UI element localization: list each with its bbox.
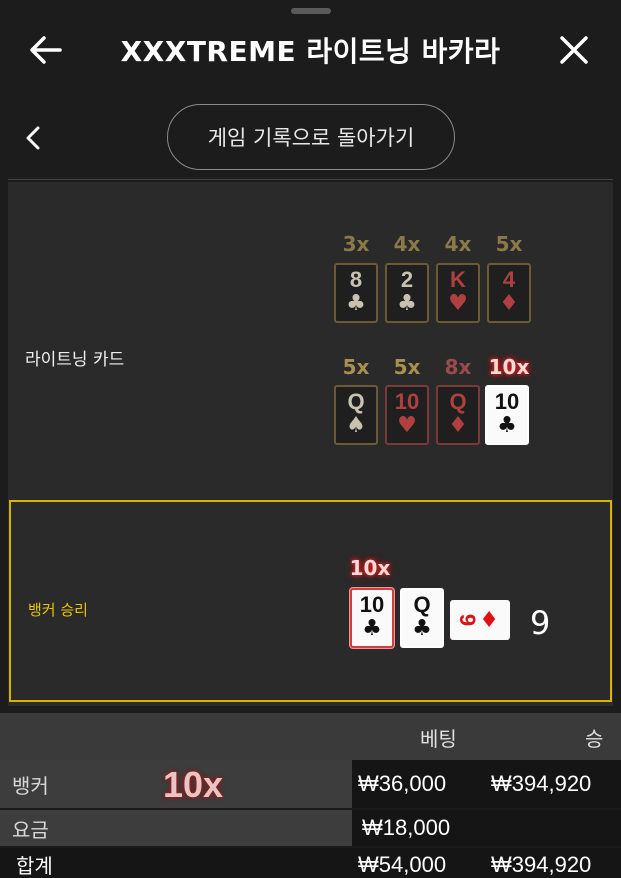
card-rank: Q <box>413 592 431 617</box>
card-rank: 10 <box>359 592 385 617</box>
card-rank: 9 <box>455 613 481 627</box>
club-icon: ♣ <box>346 291 366 316</box>
table-row: 요금 ₩18,000 <box>0 810 621 846</box>
card-rank: K <box>450 267 466 292</box>
multiplier-label: 5x <box>342 355 370 379</box>
lightning-cards-label: 라이트닝 카드 <box>25 350 125 370</box>
lightning-card: 2 ♣ <box>385 263 429 323</box>
multiplier-label: 5x <box>393 355 421 379</box>
lightning-card: K ♥ <box>436 263 480 323</box>
club-icon: ♣ <box>362 616 382 641</box>
multiplier-label: 8x <box>444 355 472 379</box>
diamond-icon: ♦ <box>448 413 468 438</box>
page-title: XXXTREME 라이트닝 바카라 <box>120 35 501 68</box>
win-amount: ₩394,920 <box>491 771 592 796</box>
heart-icon: ♥ <box>397 413 417 438</box>
bet-name: 합계 <box>16 854 53 878</box>
banker-card-horizontal: 9 ♦ <box>450 600 510 640</box>
lightning-card-active: 10 ♣ <box>485 385 529 445</box>
arrow-left-icon[interactable] <box>28 32 64 68</box>
divider <box>8 179 613 180</box>
banker-card: 10 ♣ <box>350 588 394 648</box>
lightning-card: 4 ♦ <box>487 263 531 323</box>
column-header-bet: 베팅 <box>420 727 457 751</box>
card-rank: Q <box>449 389 467 414</box>
club-icon: ♣ <box>412 616 432 641</box>
card-rank: 10 <box>494 389 520 414</box>
win-amount: ₩394,920 <box>491 852 592 877</box>
lightning-card: 8 ♣ <box>334 263 378 323</box>
bet-name: 뱅커 <box>12 774 49 798</box>
close-icon[interactable] <box>556 32 592 68</box>
hand-score: 9 <box>530 604 551 642</box>
multiplier-label: 4x <box>444 232 472 256</box>
lightning-card: Q ♠ <box>334 385 378 445</box>
back-to-history-button[interactable]: 게임 기록으로 돌아가기 <box>167 104 455 170</box>
multiplier-label: 10x <box>349 556 391 580</box>
heart-icon: ♥ <box>448 291 468 316</box>
multiplier-label: 10x <box>488 355 530 379</box>
diamond-icon: ♦ <box>479 607 499 633</box>
card-rank: 8 <box>349 267 363 292</box>
card-rank: 10 <box>394 389 420 414</box>
diamond-icon: ♦ <box>499 291 519 316</box>
bet-multiplier: 10x <box>163 764 224 805</box>
chevron-left-icon[interactable] <box>22 124 44 152</box>
table-header: 베팅 승 <box>0 713 621 760</box>
bet-name: 요금 <box>12 818 49 842</box>
bet-amount: ₩36,000 <box>358 771 447 796</box>
multiplier-label: 4x <box>393 232 421 256</box>
subnav: 게임 기록으로 돌아가기 <box>0 100 621 178</box>
card-rank: Q <box>347 389 365 414</box>
header: XXXTREME 라이트닝 바카라 <box>0 20 621 80</box>
banker-win-label: 뱅커 승리 <box>28 601 88 619</box>
banker-card: Q ♣ <box>400 588 444 648</box>
bet-amount: ₩54,000 <box>358 852 447 877</box>
lightning-card: Q ♦ <box>436 385 480 445</box>
drag-handle[interactable] <box>291 8 331 14</box>
lightning-card: 10 ♥ <box>385 385 429 445</box>
bet-amount: ₩18,000 <box>362 815 451 840</box>
table-row: 뱅커 10x ₩36,000 ₩394,920 <box>0 760 621 808</box>
multiplier-label: 3x <box>342 232 370 256</box>
spade-icon: ♠ <box>346 413 366 438</box>
column-header-win: 승 <box>585 727 604 751</box>
winner-highlight-box <box>9 500 612 702</box>
card-rank: 4 <box>502 267 516 292</box>
card-rank: 2 <box>400 267 414 292</box>
table-row-total: 합계 ₩54,000 ₩394,920 <box>0 848 621 878</box>
club-icon: ♣ <box>497 413 517 438</box>
club-icon: ♣ <box>397 291 417 316</box>
bets-table: 베팅 승 뱅커 10x ₩36,000 ₩394,920 요금 ₩18,000 … <box>0 713 621 878</box>
multiplier-label: 5x <box>495 232 523 256</box>
